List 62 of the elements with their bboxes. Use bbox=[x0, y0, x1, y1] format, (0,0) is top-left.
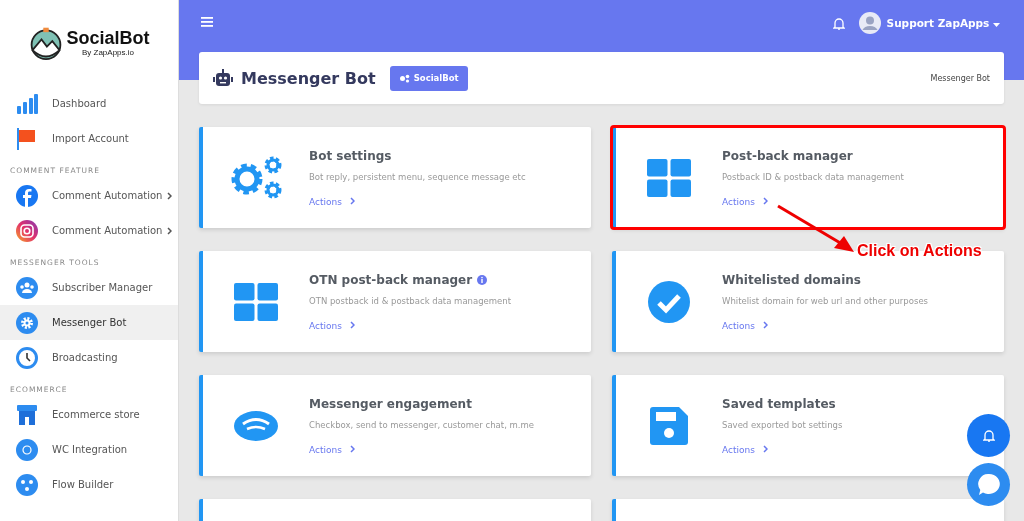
sidebar-item[interactable]: Comment Automation bbox=[0, 178, 178, 213]
sidebar-item[interactable]: Messenger Bot bbox=[0, 305, 178, 340]
chevron-icon bbox=[349, 320, 355, 329]
actions-link[interactable]: Actions bbox=[309, 444, 535, 455]
actions-link[interactable]: Actions bbox=[309, 320, 512, 331]
clock-icon bbox=[16, 346, 38, 369]
robot-icon bbox=[213, 69, 233, 87]
bell-icon[interactable] bbox=[832, 17, 845, 30]
user-menu[interactable]: Support ZapApps bbox=[886, 17, 1000, 29]
card-description: OTN postback id & postback data management bbox=[309, 295, 512, 306]
page-title: Messenger Bot bbox=[241, 68, 376, 88]
gears-icon bbox=[398, 73, 410, 83]
sidebar-item[interactable]: Import Account bbox=[0, 121, 178, 156]
windows-grid-icon bbox=[234, 282, 278, 321]
chevron-icon bbox=[349, 444, 355, 453]
chevron-icon bbox=[762, 196, 768, 205]
store-icon bbox=[16, 404, 38, 425]
chevron-icon bbox=[762, 320, 768, 329]
brand-tagline: By ZapApps.io bbox=[80, 47, 135, 57]
breadcrumb: Messenger Bot bbox=[930, 73, 990, 83]
check-circle-icon bbox=[648, 280, 690, 323]
gears-icon bbox=[229, 154, 283, 201]
socialbot-button[interactable]: SocialBot bbox=[389, 65, 468, 91]
chevron-icon bbox=[349, 196, 355, 205]
card-description: Whitelist domain for web url and other purposes bbox=[722, 295, 929, 306]
card-title: Bot settings bbox=[309, 148, 392, 163]
card-title: Messenger engagement bbox=[309, 396, 472, 411]
sidebar-item[interactable]: Flow Builder bbox=[0, 467, 178, 502]
actions-link[interactable]: Actions bbox=[722, 196, 904, 207]
card-title: OTN post-back manager bbox=[309, 272, 473, 287]
sidebar-item[interactable]: Ecommerce store bbox=[0, 397, 178, 432]
bell-icon bbox=[982, 429, 995, 442]
instagram-icon bbox=[16, 219, 38, 242]
card-description: Postback ID & postback data management bbox=[722, 171, 904, 182]
actions-link[interactable]: Actions bbox=[722, 320, 929, 331]
users-icon bbox=[16, 276, 38, 299]
ring-icon bbox=[234, 410, 278, 441]
caret-icon bbox=[993, 23, 1000, 27]
card-title: Whitelisted domains bbox=[722, 272, 861, 287]
flag-icon bbox=[16, 127, 36, 150]
avatar-icon[interactable] bbox=[858, 12, 881, 34]
bar-chart-icon bbox=[16, 93, 38, 114]
windows-grid-icon bbox=[647, 158, 691, 197]
chat-bubble-icon bbox=[975, 471, 1002, 498]
gear-icon bbox=[16, 311, 38, 334]
card-description: Bot reply, persistent menu, sequence message etc bbox=[309, 171, 526, 182]
annotation-text: Click on Actions bbox=[857, 242, 982, 260]
card-description: Saved exported bot settings bbox=[722, 419, 843, 430]
card-title: Saved templates bbox=[722, 396, 836, 411]
sidebar-item[interactable]: Dashboard bbox=[0, 86, 178, 121]
facebook-icon bbox=[16, 184, 38, 207]
sidebar-item[interactable]: WC Integration bbox=[0, 432, 178, 467]
card-description: Checkbox, send to messenger, customer chat, m.me bbox=[309, 419, 535, 430]
sidebar-item[interactable]: Broadcasting bbox=[0, 340, 178, 375]
chevron-icon bbox=[762, 444, 768, 453]
menu-icon[interactable] bbox=[201, 17, 213, 27]
brand-name: SocialBot bbox=[66, 29, 150, 48]
sidebar-item[interactable]: Subscriber Manager bbox=[0, 270, 178, 305]
actions-link[interactable]: Actions bbox=[309, 196, 526, 207]
actions-link[interactable]: Actions bbox=[722, 444, 843, 455]
card-title: Post-back manager bbox=[722, 148, 853, 163]
sidebar-item[interactable]: Comment Automation bbox=[0, 213, 178, 248]
